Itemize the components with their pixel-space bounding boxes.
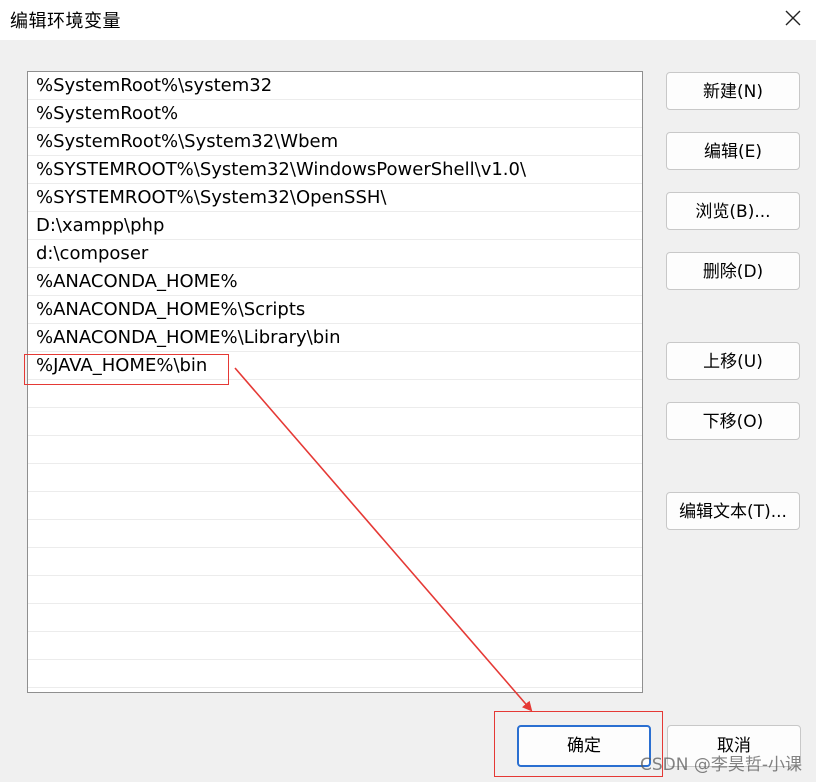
empty-row[interactable] bbox=[28, 464, 642, 492]
empty-row[interactable] bbox=[28, 520, 642, 548]
title-bar: 编辑环境变量 bbox=[0, 0, 816, 40]
close-button[interactable] bbox=[770, 0, 816, 36]
list-item[interactable]: %ANACONDA_HOME% bbox=[28, 268, 642, 296]
new-button[interactable]: 新建(N) bbox=[666, 72, 800, 110]
browse-button[interactable]: 浏览(B)... bbox=[666, 192, 800, 230]
close-icon bbox=[785, 10, 801, 26]
edit-button[interactable]: 编辑(E) bbox=[666, 132, 800, 170]
watermark: CSDN @李昊哲-小课 bbox=[639, 755, 802, 775]
highlight-java-home-box bbox=[24, 354, 229, 385]
edit-text-button[interactable]: 编辑文本(T)... bbox=[666, 492, 800, 530]
empty-row[interactable] bbox=[28, 632, 642, 660]
move-down-button[interactable]: 下移(O) bbox=[666, 402, 800, 440]
list-item[interactable]: %SYSTEMROOT%\System32\OpenSSH\ bbox=[28, 184, 642, 212]
list-item[interactable]: %SystemRoot%\System32\Wbem bbox=[28, 128, 642, 156]
move-up-button[interactable]: 上移(U) bbox=[666, 342, 800, 380]
delete-button[interactable]: 删除(D) bbox=[666, 252, 800, 290]
list-item[interactable]: D:\xampp\php bbox=[28, 212, 642, 240]
empty-row[interactable] bbox=[28, 408, 642, 436]
empty-row[interactable] bbox=[28, 548, 642, 576]
empty-row[interactable] bbox=[28, 492, 642, 520]
list-item[interactable]: d:\composer bbox=[28, 240, 642, 268]
list-item[interactable]: %SystemRoot%\system32 bbox=[28, 72, 642, 100]
empty-row[interactable] bbox=[28, 436, 642, 464]
empty-row[interactable] bbox=[28, 604, 642, 632]
list-item[interactable]: %SystemRoot% bbox=[28, 100, 642, 128]
empty-row[interactable] bbox=[28, 660, 642, 688]
window-title: 编辑环境变量 bbox=[10, 11, 121, 32]
list-item[interactable]: %ANACONDA_HOME%\Scripts bbox=[28, 296, 642, 324]
highlight-ok-box bbox=[494, 711, 663, 777]
list-item[interactable]: %SYSTEMROOT%\System32\WindowsPowerShell\… bbox=[28, 156, 642, 184]
empty-row[interactable] bbox=[28, 576, 642, 604]
list-item[interactable]: %ANACONDA_HOME%\Library\bin bbox=[28, 324, 642, 352]
